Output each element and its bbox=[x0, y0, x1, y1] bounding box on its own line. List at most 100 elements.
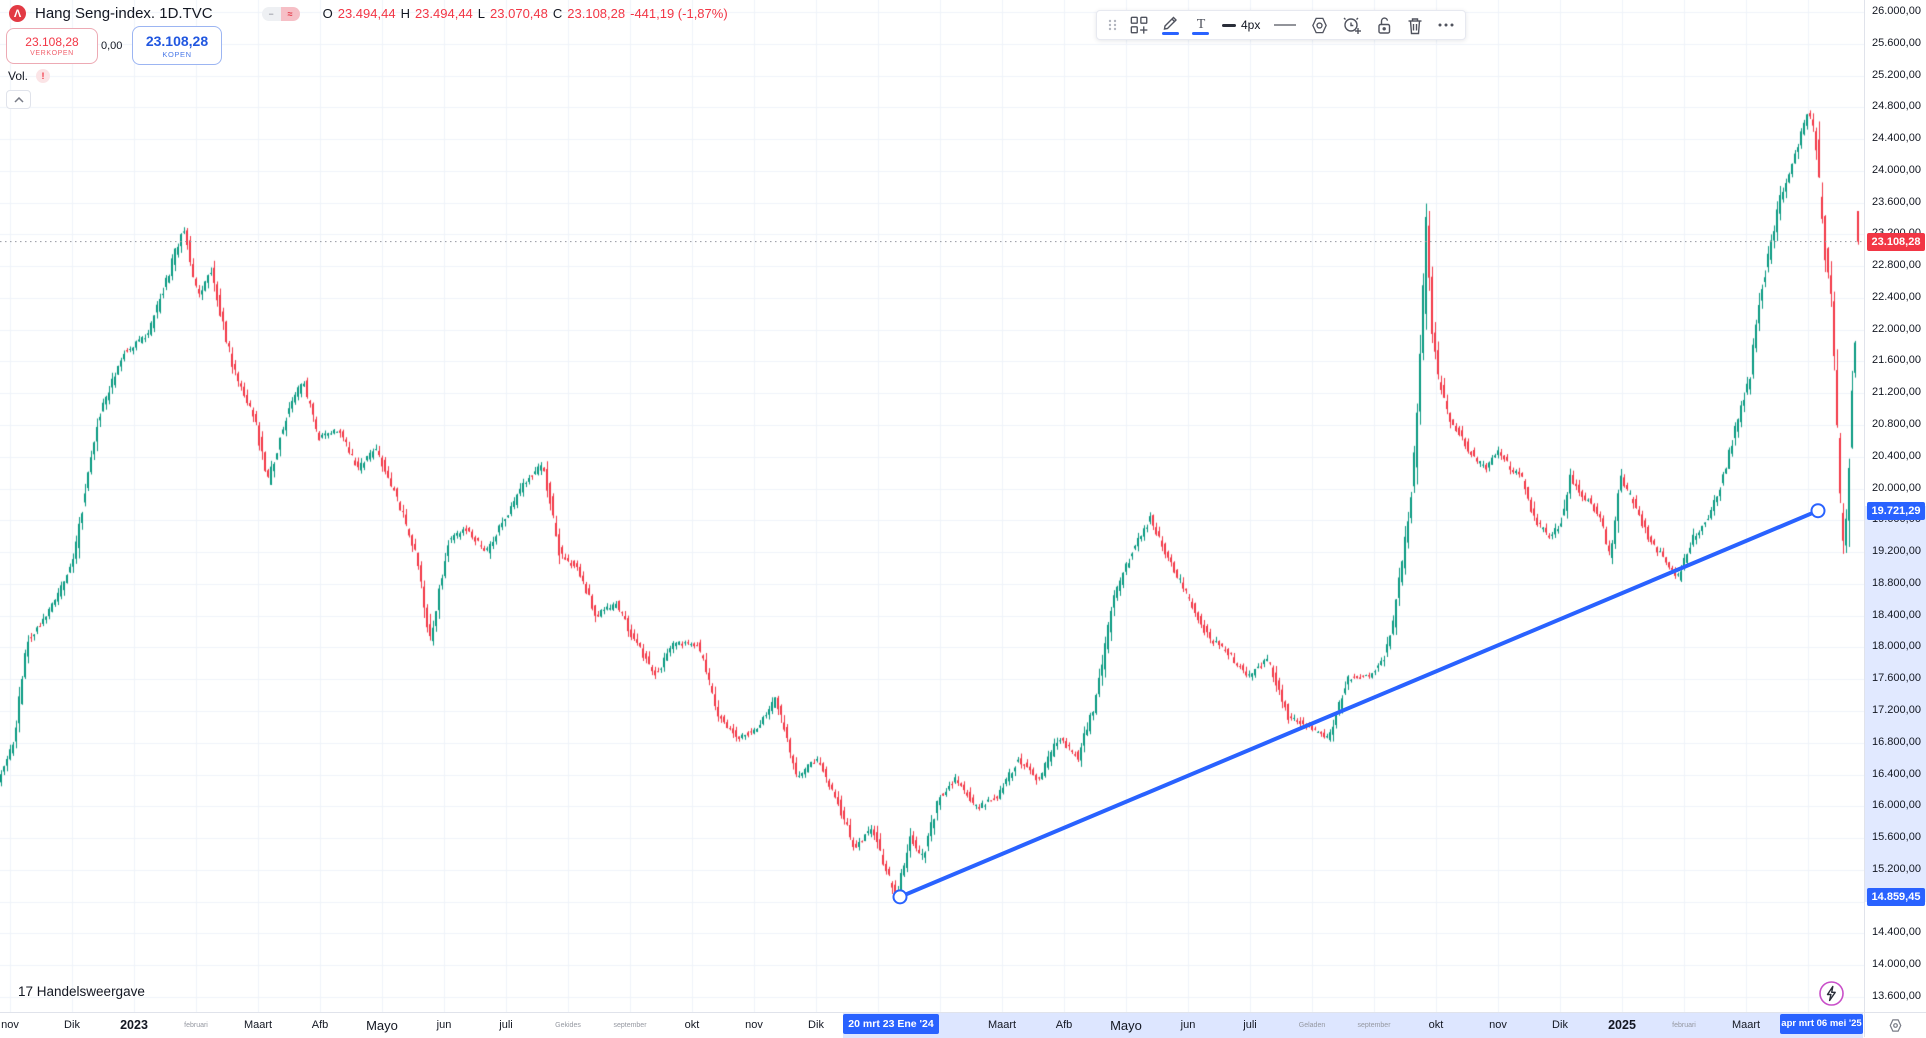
buy-price: 23.108,28 bbox=[146, 33, 208, 49]
time-tick-label: Dik bbox=[64, 1019, 80, 1031]
price-tick-label: 20.000,00 bbox=[1872, 482, 1921, 494]
time-axis[interactable]: novDik2023februariMaartAfbMayojunjuliGek… bbox=[0, 1012, 1864, 1037]
time-tick-label: Afb bbox=[1056, 1019, 1073, 1031]
line-style-icon bbox=[1273, 20, 1297, 30]
lightning-icon bbox=[1818, 980, 1845, 1007]
price-tick-label: 14.000,00 bbox=[1872, 958, 1921, 970]
volume-alert-badge[interactable]: ! bbox=[36, 69, 50, 83]
price-tick-label: 16.800,00 bbox=[1872, 736, 1921, 748]
price-tick-label: 21.200,00 bbox=[1872, 386, 1921, 398]
chevron-up-icon bbox=[14, 97, 24, 103]
pencil-color-button[interactable] bbox=[1162, 15, 1179, 35]
trades-status-text: 17 Handelsweergave bbox=[18, 984, 145, 999]
time-tick-label: Maart bbox=[1732, 1019, 1760, 1031]
symbol-logo: Λ bbox=[9, 5, 26, 22]
line-width-button[interactable]: 4px bbox=[1222, 18, 1260, 32]
price-tick-label: 17.200,00 bbox=[1872, 704, 1921, 716]
time-tick-label: okt bbox=[685, 1019, 700, 1031]
grid-add-icon bbox=[1130, 16, 1149, 35]
visibility-toggle[interactable]: − ≈ bbox=[262, 7, 300, 21]
price-tick-label: 20.400,00 bbox=[1872, 450, 1921, 462]
price-tick-label: 20.800,00 bbox=[1872, 418, 1921, 430]
text-icon: T bbox=[1193, 16, 1209, 31]
time-tick-label: nov bbox=[745, 1019, 763, 1031]
trendline-end-date-badge: apr mrt 06 mei '25 bbox=[1780, 1014, 1863, 1034]
line-width-sample bbox=[1222, 24, 1236, 27]
grid-add-button[interactable] bbox=[1130, 16, 1149, 35]
trendline-start-date-badge: 20 mrt 23 Ene '24 bbox=[843, 1014, 939, 1034]
change-value: -441,19 (-1,87%) bbox=[630, 6, 728, 21]
sell-button[interactable]: 23.108,28 VERKOPEN bbox=[6, 28, 98, 64]
volume-row: Vol. ! bbox=[8, 69, 50, 83]
time-tick-label: februari bbox=[184, 1022, 208, 1029]
price-tick-label: 24.800,00 bbox=[1872, 100, 1921, 112]
toggle-wave-icon[interactable]: ≈ bbox=[281, 7, 300, 21]
time-tick-label: 2025 bbox=[1608, 1018, 1636, 1032]
time-tick-label: september bbox=[613, 1022, 646, 1029]
price-tick-label: 18.400,00 bbox=[1872, 609, 1921, 621]
price-tick-label: 25.600,00 bbox=[1872, 37, 1921, 49]
trendline-start-price-badge: 14.859,45 bbox=[1867, 888, 1925, 906]
pencil-color-swatch bbox=[1162, 32, 1179, 35]
high-value: 23.494,44 bbox=[415, 6, 473, 21]
price-tick-label: 21.600,00 bbox=[1872, 354, 1921, 366]
trash-icon bbox=[1406, 16, 1424, 35]
symbol-title[interactable]: Hang Seng-index. 1D.TVC bbox=[35, 5, 213, 22]
buy-label: KOPEN bbox=[162, 50, 191, 59]
time-tick-label: februari bbox=[1672, 1022, 1696, 1029]
toggle-minus-icon[interactable]: − bbox=[262, 7, 281, 21]
open-value: 23.494,44 bbox=[338, 6, 396, 21]
price-tick-label: 24.000,00 bbox=[1872, 164, 1921, 176]
price-tick-label: 14.400,00 bbox=[1872, 926, 1921, 938]
sell-label: VERKOPEN bbox=[30, 50, 74, 57]
spread-value: 0,00 bbox=[101, 40, 122, 52]
time-tick-label: september bbox=[1357, 1022, 1390, 1029]
time-tick-label: 2023 bbox=[120, 1018, 148, 1032]
price-tick-label: 18.000,00 bbox=[1872, 640, 1921, 652]
drawing-toolbar: T 4px bbox=[1096, 10, 1466, 40]
line-width-label: 4px bbox=[1241, 18, 1260, 32]
lock-button[interactable] bbox=[1375, 16, 1393, 35]
low-label: L bbox=[478, 6, 485, 21]
price-axis[interactable]: 26.000,0025.600,0025.200,0024.800,0024.4… bbox=[1864, 0, 1926, 1012]
boost-button[interactable] bbox=[1818, 980, 1845, 1007]
trading-chart-app: Λ Hang Seng-index. 1D.TVC − ≈ O 23.494,44… bbox=[0, 0, 1926, 1037]
time-tick-label: Mayo bbox=[1110, 1018, 1142, 1033]
sell-price: 23.108,28 bbox=[25, 35, 78, 49]
settings-hexagon-icon bbox=[1310, 16, 1329, 35]
axis-settings-corner[interactable] bbox=[1864, 1012, 1926, 1037]
price-tick-label: 17.600,00 bbox=[1872, 672, 1921, 684]
time-tick-label: Mayo bbox=[366, 1018, 398, 1033]
svg-text:T: T bbox=[1196, 17, 1205, 31]
buy-button[interactable]: 23.108,28 KOPEN bbox=[132, 26, 222, 65]
time-tick-label: jun bbox=[1181, 1019, 1196, 1031]
collapse-pane-button[interactable] bbox=[6, 90, 31, 109]
alert-clock-plus-icon bbox=[1342, 15, 1362, 35]
line-style-button[interactable] bbox=[1273, 20, 1297, 30]
text-color-button[interactable]: T bbox=[1192, 16, 1209, 35]
drag-handle-icon bbox=[1107, 18, 1117, 32]
price-tick-label: 16.000,00 bbox=[1872, 799, 1921, 811]
high-label: H bbox=[401, 6, 410, 21]
toolbar-drag-handle[interactable] bbox=[1107, 18, 1117, 32]
price-tick-label: 22.400,00 bbox=[1872, 291, 1921, 303]
price-tick-label: 13.600,00 bbox=[1872, 990, 1921, 1002]
chart-canvas[interactable] bbox=[0, 0, 1864, 1012]
price-tick-label: 26.000,00 bbox=[1872, 5, 1921, 17]
open-label: O bbox=[323, 6, 333, 21]
time-tick-label: Maart bbox=[244, 1019, 272, 1031]
settings-button[interactable] bbox=[1310, 16, 1329, 35]
symbol-header: Λ Hang Seng-index. 1D.TVC − ≈ O 23.494,44… bbox=[9, 5, 728, 22]
more-ellipsis-icon bbox=[1437, 22, 1455, 28]
close-value: 23.108,28 bbox=[567, 6, 625, 21]
price-tick-label: 25.200,00 bbox=[1872, 69, 1921, 81]
delete-button[interactable] bbox=[1406, 16, 1424, 35]
ohlc-readout: O23.494,44 H23.494,44 L23.070,48 C23.108… bbox=[323, 6, 728, 21]
price-tick-label: 23.600,00 bbox=[1872, 196, 1921, 208]
time-tick-label: Dik bbox=[808, 1019, 824, 1031]
more-options-button[interactable] bbox=[1437, 22, 1455, 28]
volume-label: Vol. bbox=[8, 69, 28, 83]
price-tick-label: 18.800,00 bbox=[1872, 577, 1921, 589]
trendline-end-price-badge: 19.721,29 bbox=[1867, 502, 1925, 520]
add-alert-button[interactable] bbox=[1342, 15, 1362, 35]
